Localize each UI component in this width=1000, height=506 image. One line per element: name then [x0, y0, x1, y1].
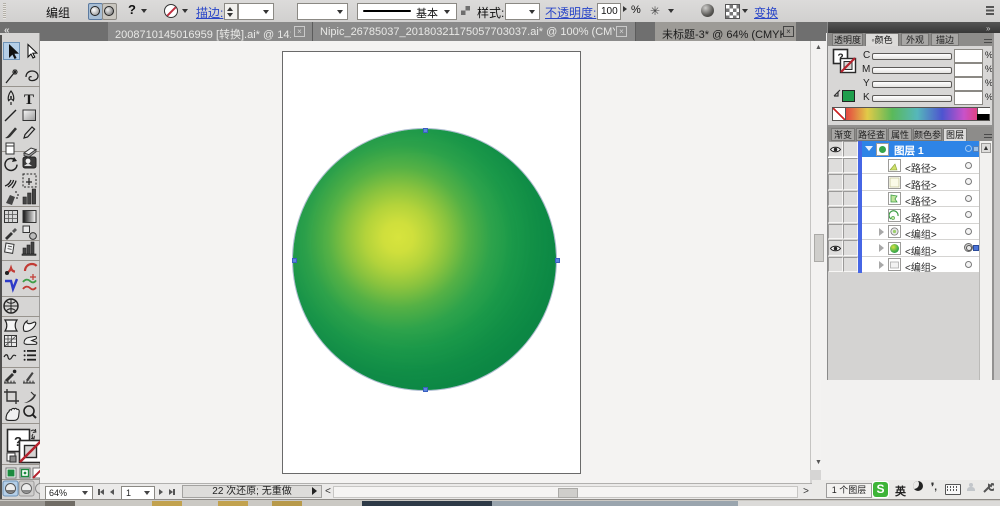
svg-text:T: T: [24, 92, 34, 108]
